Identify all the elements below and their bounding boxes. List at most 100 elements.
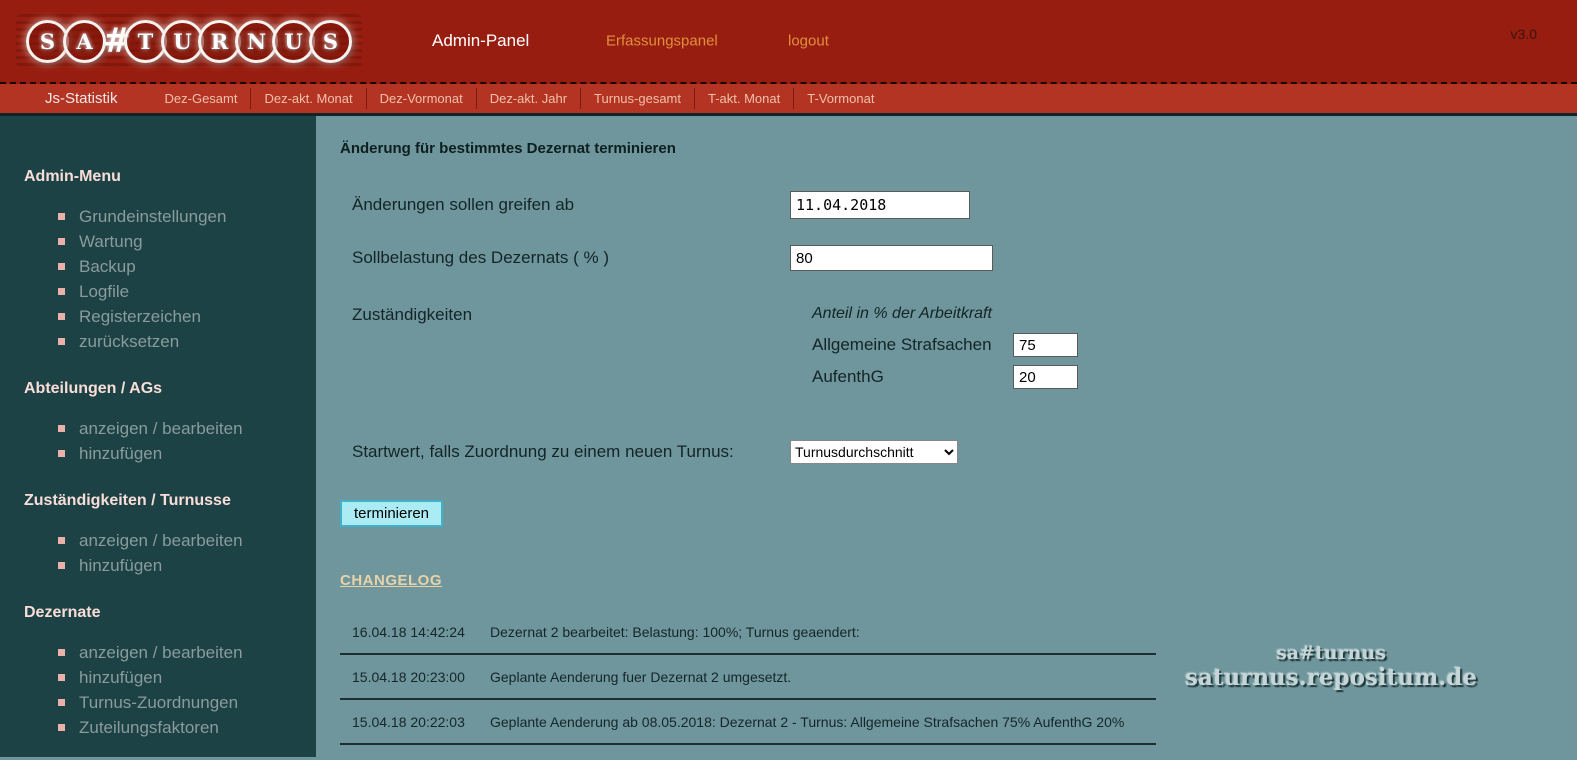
sidebar-section-title: Abteilungen / AGs xyxy=(24,380,316,398)
responsibility-name: AufenthG xyxy=(812,367,884,387)
square-bullet-icon xyxy=(58,338,65,345)
sidebar-menu-item[interactable]: Zuteilungsfaktoren xyxy=(58,715,316,740)
sidebar-menu-item-label: Zuteilungsfaktoren xyxy=(79,715,219,740)
share-header: Anteil in % der Arbeitkraft xyxy=(812,305,1090,323)
stats-nav-item[interactable]: Dez-Gesamt xyxy=(152,88,251,109)
square-bullet-icon xyxy=(58,238,65,245)
stats-nav-items: Dez-GesamtDez-akt. MonatDez-VormonatDez-… xyxy=(152,84,888,113)
sidebar-menu-item-label: anzeigen / bearbeiten xyxy=(79,416,243,441)
changelog-link[interactable]: CHANGELOG xyxy=(340,572,442,589)
stats-nav-item[interactable]: Dez-akt. Monat xyxy=(250,88,365,109)
responsibility-name: Allgemeine Strafsachen xyxy=(812,335,992,355)
changelog-message: Geplante Aenderung ab 08.05.2018: Dezern… xyxy=(490,714,1156,730)
load-percent-input[interactable] xyxy=(790,245,993,271)
stats-nav-item[interactable]: Turnus-gesamt xyxy=(580,88,694,109)
main-panel: Änderung für bestimmtes Dezernat termini… xyxy=(316,116,1577,757)
startwert-select[interactable]: Turnusdurchschnitt xyxy=(790,440,958,464)
sidebar-menu-item[interactable]: Grundeinstellungen xyxy=(58,204,316,229)
sidebar-section: Admin-Menu Grundeinstellungen Wartung xyxy=(24,168,316,354)
sidebar-section-title: Zuständigkeiten / Turnusse xyxy=(24,492,316,510)
logo-letter: A xyxy=(63,20,106,63)
sidebar-menu-item-label: Wartung xyxy=(79,229,143,254)
content-area: Admin-Menu Grundeinstellungen Wartung xyxy=(0,116,1577,757)
sidebar-menu-item[interactable]: Turnus-Zuordnungen xyxy=(58,690,316,715)
sidebar-section-title: Dezernate xyxy=(24,604,316,622)
saturnus-logo[interactable]: S A # T U R N U S xyxy=(16,14,362,68)
terminieren-button[interactable]: terminieren xyxy=(340,500,443,527)
stats-nav-bar: Js-Statistik Dez-GesamtDez-akt. MonatDez… xyxy=(0,84,1577,116)
app-header: S A # T U R N U S Admin-Panel Erfassungs… xyxy=(0,0,1577,84)
sidebar-menu-item-label: Logfile xyxy=(79,279,129,304)
watermark-app-name: sa#turnus xyxy=(1185,642,1477,664)
sidebar-menu-item[interactable]: Wartung xyxy=(58,229,316,254)
square-bullet-icon xyxy=(58,699,65,706)
responsibility-row: AufenthG xyxy=(812,365,1078,389)
form-row-load: Sollbelastung des Dezernats ( % ) xyxy=(340,245,1577,271)
sidebar-menu-item-label: Grundeinstellungen xyxy=(79,204,226,229)
responsibilities-block: Zuständigkeiten Anteil in % der Arbeitkr… xyxy=(340,305,1577,397)
sidebar-menu-item-label: zurücksetzen xyxy=(79,329,179,354)
square-bullet-icon xyxy=(58,263,65,270)
stats-nav-item[interactable]: Dez-akt. Jahr xyxy=(476,88,580,109)
version-label: v3.0 xyxy=(1511,26,1537,42)
nav-erfassungspanel[interactable]: Erfassungspanel xyxy=(606,33,718,50)
sidebar-menu-item-label: Turnus-Zuordnungen xyxy=(79,690,238,715)
sidebar-section-title: Admin-Menu xyxy=(24,168,316,186)
logo-letter: S xyxy=(309,20,352,63)
admin-sidebar: Admin-Menu Grundeinstellungen Wartung xyxy=(0,116,316,757)
sidebar-menu-item[interactable]: zurücksetzen xyxy=(58,329,316,354)
changelog-message: Dezernat 2 bearbeitet: Belastung: 100%; … xyxy=(490,624,1156,640)
nav-admin-panel[interactable]: Admin-Panel xyxy=(432,31,529,51)
watermark: sa#turnus saturnus.repositum.de xyxy=(1185,642,1477,691)
changelog-row: 15.04.18 20:23:00 Geplante Aenderung fue… xyxy=(340,655,1156,700)
sidebar-menu-item-label: hinzufügen xyxy=(79,553,162,578)
changelog-row: 15.04.18 20:22:03 Geplante Aenderung ab … xyxy=(340,700,1156,745)
watermark-url: saturnus.repositum.de xyxy=(1185,664,1477,691)
changelog-timestamp: 16.04.18 14:42:24 xyxy=(352,624,490,640)
changelog-table: 16.04.18 14:42:24 Dezernat 2 bearbeitet:… xyxy=(340,610,1156,745)
square-bullet-icon xyxy=(58,674,65,681)
responsibilities-label: Zuständigkeiten xyxy=(340,305,790,397)
responsibility-percent-input[interactable] xyxy=(1013,365,1078,389)
responsibility-percent-input[interactable] xyxy=(1013,333,1078,357)
sidebar-menu-item[interactable]: anzeigen / bearbeiten xyxy=(58,640,316,665)
sidebar-menu-item[interactable]: anzeigen / bearbeiten xyxy=(58,416,316,441)
sidebar-menu-item[interactable]: Backup xyxy=(58,254,316,279)
responsibility-row: Allgemeine Strafsachen xyxy=(812,333,1078,357)
sidebar-menu-item[interactable]: Registerzeichen xyxy=(58,304,316,329)
stats-nav-item[interactable]: T-akt. Monat xyxy=(694,88,793,109)
sidebar-menu-item-label: anzeigen / bearbeiten xyxy=(79,640,243,665)
form-row-date: Änderungen sollen greifen ab xyxy=(340,191,1577,219)
square-bullet-icon xyxy=(58,649,65,656)
stats-nav-item[interactable]: T-Vormonat xyxy=(793,88,887,109)
date-label: Änderungen sollen greifen ab xyxy=(340,195,790,215)
nav-logout[interactable]: logout xyxy=(788,33,829,50)
sidebar-menu-item[interactable]: anzeigen / bearbeiten xyxy=(58,528,316,553)
sidebar-menu-item[interactable]: hinzufügen xyxy=(58,665,316,690)
sidebar-menu-item[interactable]: Logfile xyxy=(58,279,316,304)
sidebar-menu-item-label: hinzufügen xyxy=(79,665,162,690)
square-bullet-icon xyxy=(58,213,65,220)
sidebar-section: Zuständigkeiten / Turnusse anzeigen / be… xyxy=(24,492,316,578)
sidebar-menu-item-label: hinzufügen xyxy=(79,441,162,466)
date-input[interactable] xyxy=(790,191,970,219)
square-bullet-icon xyxy=(58,450,65,457)
startwert-label: Startwert, falls Zuordnung zu einem neue… xyxy=(340,442,790,462)
changelog-row: 16.04.18 14:42:24 Dezernat 2 bearbeitet:… xyxy=(340,610,1156,655)
sidebar-section: Abteilungen / AGs anzeigen / bearbeiten … xyxy=(24,380,316,466)
sidebar-menu-item-label: Backup xyxy=(79,254,136,279)
sidebar-section-list: Grundeinstellungen Wartung Backup xyxy=(58,204,316,354)
sidebar-section-list: anzeigen / bearbeiten hinzufügen xyxy=(58,416,316,466)
sidebar-section: Dezernate anzeigen / bearbeiten hinzufüg… xyxy=(24,604,316,740)
sidebar-menu-item-label: Registerzeichen xyxy=(79,304,201,329)
sidebar-menu-item[interactable]: hinzufügen xyxy=(58,441,316,466)
responsibilities-list: Anteil in % der Arbeitkraft Allgemeine S… xyxy=(790,305,1090,397)
square-bullet-icon xyxy=(58,313,65,320)
stats-nav-item[interactable]: Dez-Vormonat xyxy=(366,88,476,109)
square-bullet-icon xyxy=(58,537,65,544)
nav-js-statistik[interactable]: Js-Statistik xyxy=(45,90,118,107)
changelog-message: Geplante Aenderung fuer Dezernat 2 umges… xyxy=(490,669,1156,685)
sidebar-menu-item[interactable]: hinzufügen xyxy=(58,553,316,578)
square-bullet-icon xyxy=(58,288,65,295)
sidebar-menu-item-label: anzeigen / bearbeiten xyxy=(79,528,243,553)
